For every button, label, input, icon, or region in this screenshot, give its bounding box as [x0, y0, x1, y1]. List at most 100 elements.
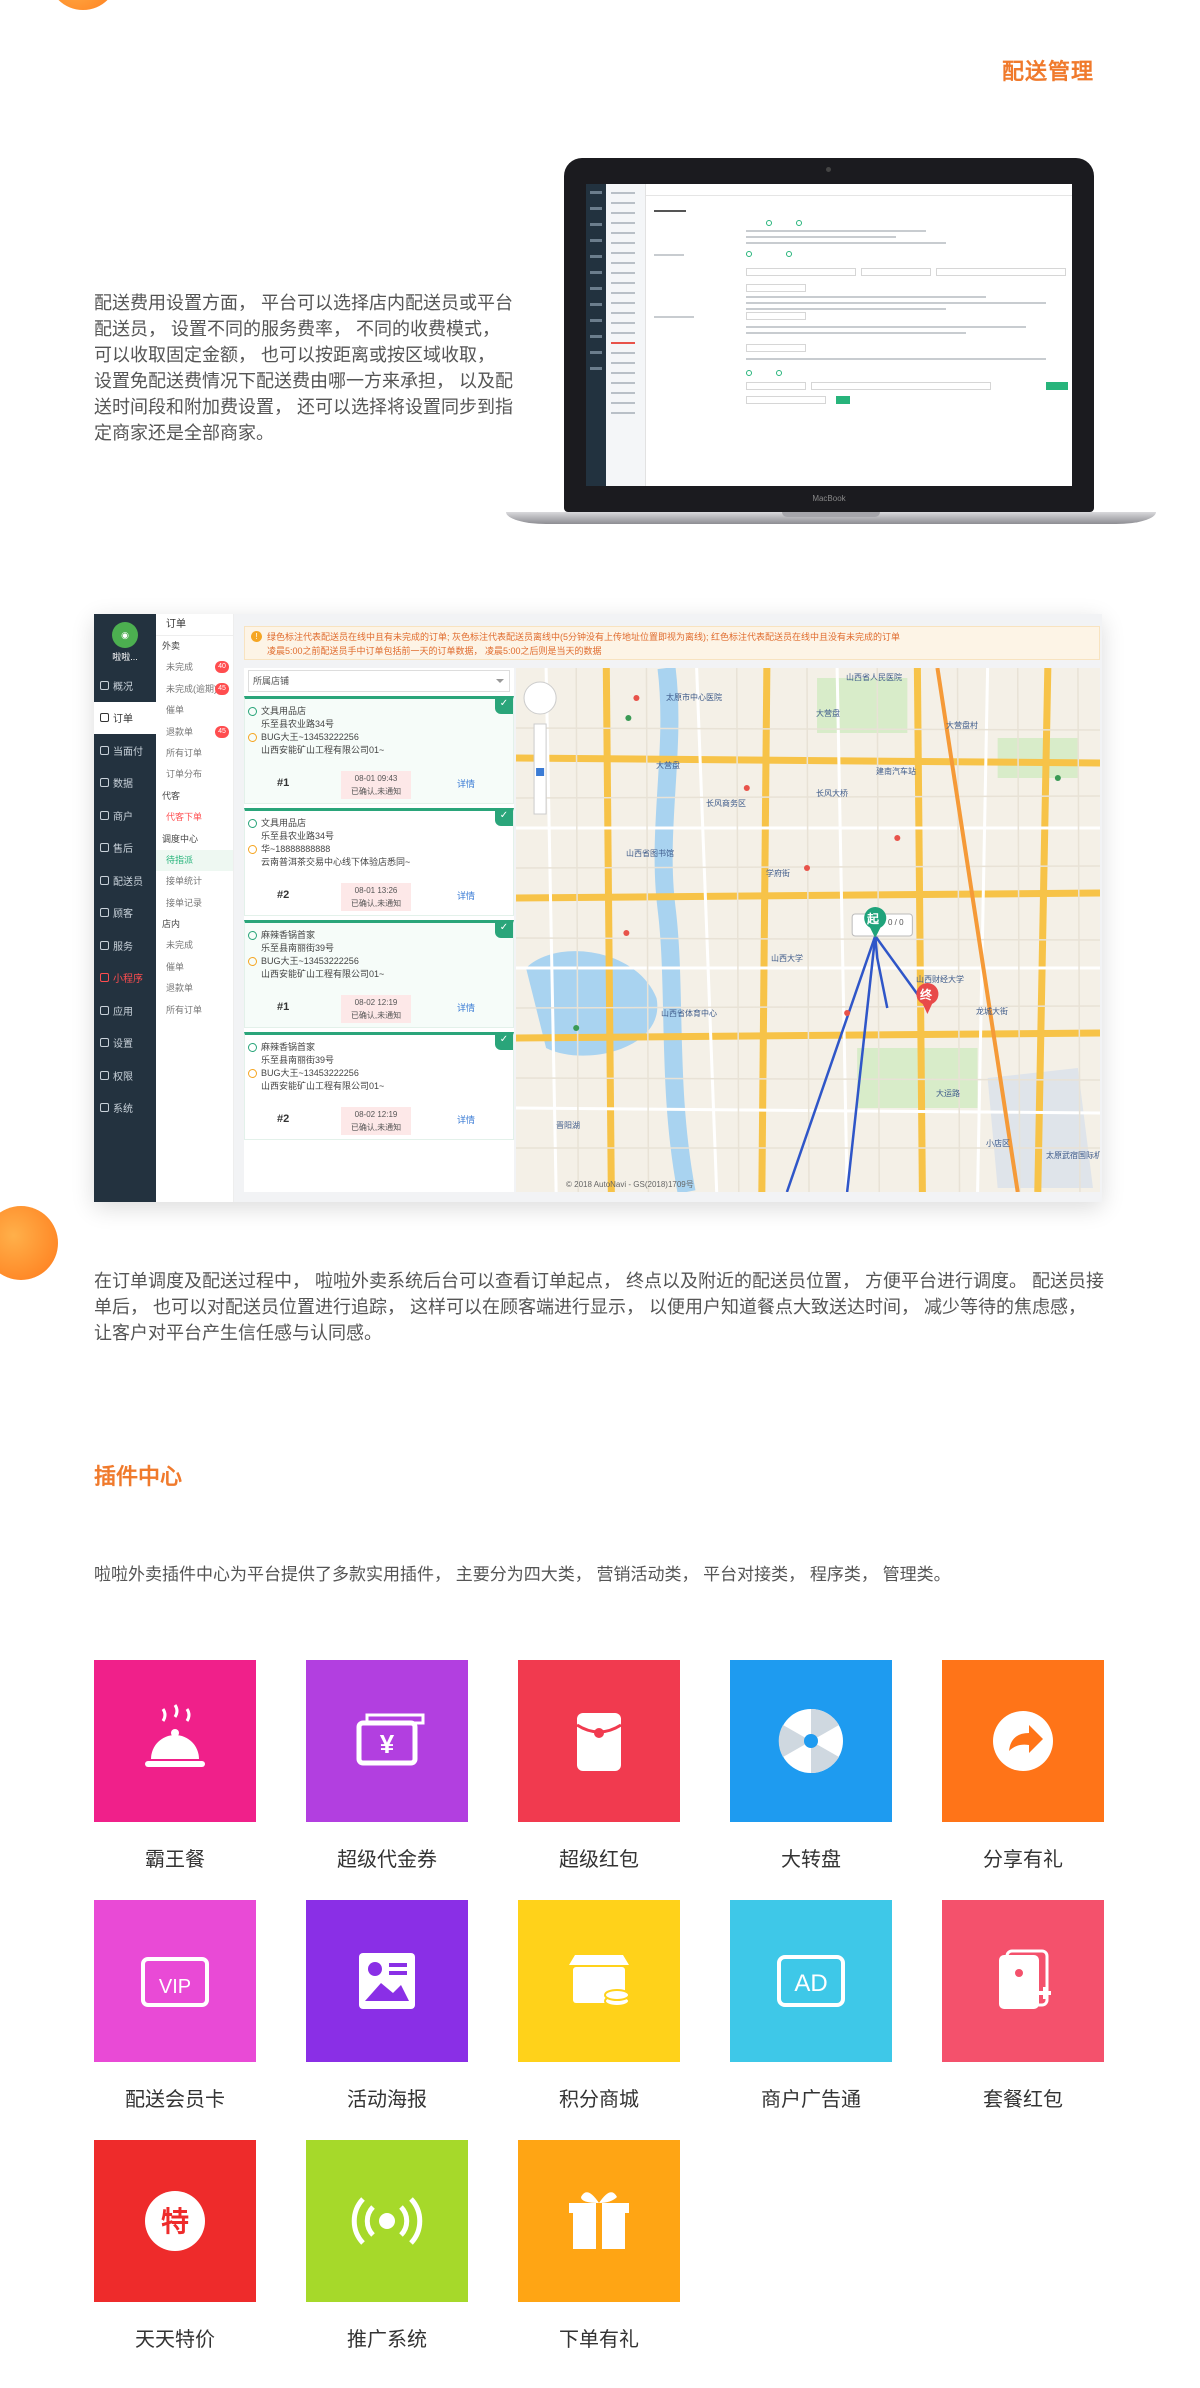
- submenu-item[interactable]: 催单: [156, 700, 233, 721]
- menu-icon: [100, 713, 109, 723]
- submenu-item[interactable]: 未完成: [156, 935, 233, 956]
- count-badge: 40: [215, 661, 229, 674]
- sidebar-item[interactable]: 服务: [94, 929, 156, 962]
- submenu-item-label: 所有订单: [166, 747, 203, 758]
- submenu-group: 代客: [156, 786, 233, 807]
- plugin-tile[interactable]: 特天天特价: [94, 2140, 256, 2352]
- order-list-panel: 所属店铺 ✓ 文具用品店 乐至县农业路34号 BUG大王~13453222256 山西安…: [244, 668, 514, 1192]
- submenu-item[interactable]: 退款单: [156, 978, 233, 999]
- submenu-item[interactable]: 代客下单: [156, 807, 233, 828]
- submenu-group: 调度中心: [156, 829, 233, 850]
- store-address: 乐至县南丽街39号: [245, 942, 513, 955]
- store-address: 乐至县农业路34号: [245, 830, 513, 843]
- customer-address-text: 山西安能矿山工程有限公司01~: [261, 969, 385, 979]
- sidebar-item[interactable]: 小程序: [94, 962, 156, 995]
- admin-sidebar: ◉ 啦啦... 概况 订单 当面付 数据 商户 售后 配送员 顾客 服务 小程序 应用 设置 权限 系统: [94, 614, 156, 1202]
- sidebar-item[interactable]: 商户: [94, 799, 156, 832]
- order-card[interactable]: ✓ 麻辣香锅首家 乐至县南丽街39号 BUG大王~13453222256 山西安能矿山工…: [244, 920, 514, 1028]
- dispatch-map[interactable]: 山西省人民医院 太原市中心医院 大营盘 大营盘村 大营盘 建南汽车站 长风商务区 山西省图书馆…: [516, 668, 1100, 1192]
- order-time: 08-02 12:19: [354, 998, 398, 1007]
- order-detail-link[interactable]: 详情: [457, 1114, 475, 1127]
- mini-submenu: [606, 184, 646, 486]
- sidebar-item[interactable]: 配送员: [94, 864, 156, 897]
- submenu-item[interactable]: 所有订单: [156, 1000, 233, 1021]
- plugin-tile[interactable]: 推广系统: [306, 2140, 468, 2352]
- map-canvas[interactable]: [516, 668, 1100, 1192]
- order-card[interactable]: ✓ 文具用品店 乐至县农业路34号 华~18888888888 云南普洱茶交易中心线下体…: [244, 808, 514, 916]
- sidebar-item-label: 售后: [113, 844, 133, 856]
- plugin-tile[interactable]: AD 商户广告通: [730, 1900, 892, 2112]
- submenu-item[interactable]: 接单记录: [156, 893, 233, 914]
- order-time: 08-02 12:19: [354, 1110, 398, 1119]
- plugin-tile[interactable]: 积分商城: [518, 1900, 680, 2112]
- submenu-item-label: 所有订单: [166, 1004, 203, 1015]
- plugin-name: 配送会员卡: [125, 2089, 225, 2111]
- submenu-item[interactable]: 待指派: [156, 849, 233, 872]
- submenu-title: 订单: [156, 614, 233, 636]
- sidebar-item[interactable]: 数据: [94, 767, 156, 800]
- sidebar-item[interactable]: 概况: [94, 669, 156, 702]
- order-detail-link[interactable]: 详情: [457, 1002, 475, 1015]
- sidebar-item[interactable]: 权限: [94, 1059, 156, 1092]
- submenu-item-label: 未完成: [166, 940, 194, 951]
- plugin-tile[interactable]: 超级红包: [518, 1660, 680, 1872]
- store-name-text: 文具用品店: [261, 706, 307, 716]
- order-detail-link[interactable]: 详情: [457, 778, 475, 791]
- order-card[interactable]: ✓ 文具用品店 乐至县农业路34号 BUG大王~13453222256 山西安能矿山工程…: [244, 696, 514, 804]
- plugin-name: 推广系统: [347, 2329, 427, 2351]
- submenu-item[interactable]: 接单统计: [156, 871, 233, 892]
- poster-icon: [306, 1900, 468, 2062]
- submenu-group: 店内: [156, 914, 233, 935]
- map-place-label: 长风商务区: [706, 799, 746, 808]
- submenu-item-label: 待指派: [166, 854, 194, 865]
- plugin-name: 超级代金券: [337, 1849, 437, 1871]
- sidebar-item[interactable]: 售后: [94, 832, 156, 865]
- submenu-item[interactable]: 未完成 40: [156, 657, 233, 678]
- order-time: 08-01 09:43: [354, 774, 398, 783]
- sidebar-item-label: 配送员: [113, 876, 143, 888]
- submenu-item[interactable]: 未完成(逾期) 45: [156, 679, 233, 700]
- sidebar-item[interactable]: 应用: [94, 994, 156, 1027]
- plugin-tile[interactable]: 活动海报: [306, 1900, 468, 2112]
- plugin-tile[interactable]: 霸王餐: [94, 1660, 256, 1872]
- plugin-name: 活动海报: [347, 2089, 427, 2111]
- store-name: 文具用品店: [245, 705, 513, 718]
- menu-icon: [100, 1005, 109, 1015]
- order-status: 已确认,未通知: [350, 787, 402, 796]
- submenu-item[interactable]: 退款单 45: [156, 722, 233, 743]
- coupon-icon: ¥: [306, 1660, 468, 1822]
- sidebar-item-label: 系统: [113, 1104, 133, 1116]
- sidebar-item[interactable]: 顾客: [94, 897, 156, 930]
- map-copyright: © 2018 AutoNavi - GS(2018)1709号: [566, 1180, 694, 1189]
- sidebar-item[interactable]: 当面付: [94, 734, 156, 767]
- submenu-item[interactable]: 催单: [156, 957, 233, 978]
- plugin-tile[interactable]: ¥ 超级代金券: [306, 1660, 468, 1872]
- svg-text:¥: ¥: [380, 1729, 395, 1759]
- red-envelope-icon: [518, 1660, 680, 1822]
- decorative-circle-middle: [0, 1206, 58, 1280]
- order-detail-link[interactable]: 详情: [457, 890, 475, 903]
- plugin-tile[interactable]: 分享有礼: [942, 1660, 1104, 1872]
- plugin-tile[interactable]: 套餐红包: [942, 1900, 1104, 2112]
- plugin-tile[interactable]: 大转盘: [730, 1660, 892, 1872]
- vip-card-icon: VIP: [94, 1900, 256, 2062]
- plugin-tile[interactable]: 下单有礼: [518, 2140, 680, 2352]
- map-place-label: 太原武宿国际机场: [1046, 1151, 1100, 1160]
- sidebar-item[interactable]: 订单: [94, 701, 156, 734]
- submenu-item-label: 调度中心: [162, 833, 199, 844]
- order-time-status: 08-02 12:19 已确认,未通知: [341, 1107, 411, 1135]
- store-select[interactable]: 所属店铺: [248, 670, 510, 692]
- plugin-tile[interactable]: VIP 配送会员卡: [94, 1900, 256, 2112]
- ad-icon: AD: [730, 1900, 892, 2062]
- menu-icon: [100, 875, 109, 885]
- mini-settings-form: [646, 184, 1072, 486]
- sidebar-item[interactable]: 设置: [94, 1027, 156, 1060]
- customer-contact: 华~18888888888: [245, 843, 513, 856]
- submenu-item-label: 催单: [166, 705, 185, 716]
- plugin-name: 霸王餐: [145, 1849, 205, 1871]
- map-place-label: 晋阳湖: [556, 1121, 580, 1130]
- sidebar-item[interactable]: 系统: [94, 1092, 156, 1125]
- submenu-item[interactable]: 所有订单: [156, 743, 233, 764]
- submenu-item[interactable]: 订单分布: [156, 764, 233, 785]
- order-card[interactable]: ✓ 麻辣香锅首家 乐至县南丽街39号 BUG大王~13453222256 山西安能矿山工…: [244, 1032, 514, 1140]
